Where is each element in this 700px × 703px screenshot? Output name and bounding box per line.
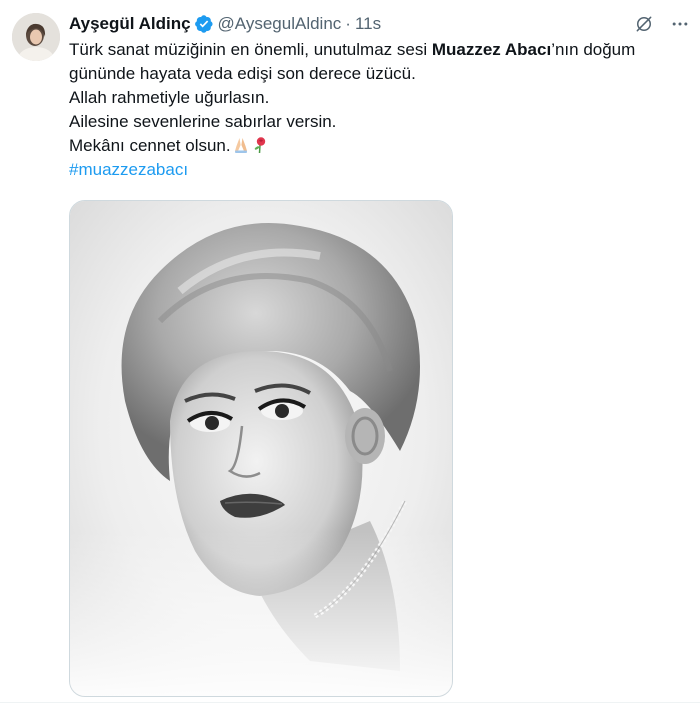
tweet-text-part: Türk sanat müziğinin en önemli, unutulma… — [69, 40, 432, 59]
more-icon[interactable] — [669, 13, 691, 35]
verified-badge-icon[interactable] — [194, 14, 214, 34]
portrait-photo — [70, 201, 452, 696]
hashtag-link[interactable]: #muazzezabacı — [69, 160, 188, 179]
tweet-time[interactable]: 11s — [355, 14, 381, 34]
tweet-paragraph-3: Ailesine sevenlerine sabırlar versin. — [69, 112, 337, 131]
tweet-paragraph-1: Türk sanat müziğinin en önemli, unutulma… — [69, 38, 691, 86]
tweet-text: Türk sanat müziğinin en önemli, unutulma… — [69, 38, 691, 182]
tweet-paragraph-4: Mekânı cennet olsun. — [69, 134, 691, 158]
tweet-actions — [633, 12, 691, 36]
tweet-paragraph-2: Allah rahmetiyle uğurlasın. — [69, 88, 270, 107]
tweet-text-bold: Muazzez Abacı — [431, 40, 552, 59]
author-handle[interactable]: @AysegulAldinc — [218, 14, 342, 34]
tweet-media[interactable] — [69, 200, 453, 697]
tweet[interactable]: Ayşegül Aldinç @AysegulAldinc · 11s Türk… — [0, 0, 700, 703]
tweet-paragraph-5: #muazzezabacı — [69, 158, 691, 182]
grok-icon[interactable] — [633, 13, 655, 35]
tweet-text-part: Mekânı cennet olsun. — [69, 136, 231, 155]
separator-dot: · — [345, 14, 351, 33]
avatar[interactable] — [12, 13, 60, 61]
author-name[interactable]: Ayşegül Aldinç — [69, 14, 191, 34]
pray-emoji-icon — [232, 136, 250, 154]
avatar-image — [12, 13, 60, 61]
tweet-header: Ayşegül Aldinç @AysegulAldinc · 11s — [69, 12, 691, 36]
rose-emoji-icon — [251, 136, 269, 154]
